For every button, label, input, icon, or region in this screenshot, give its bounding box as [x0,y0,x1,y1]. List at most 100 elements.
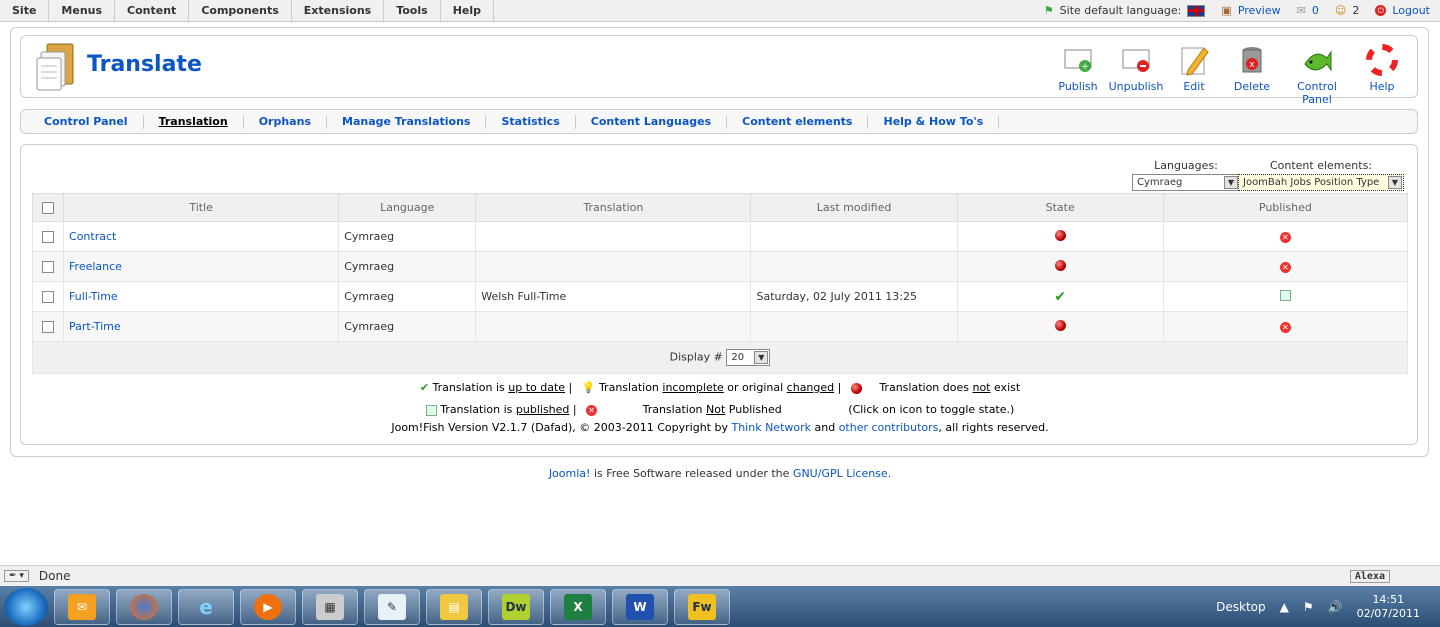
chevron-down-icon: ▼ [754,351,769,364]
row-checkbox[interactable] [42,321,54,333]
translations-table: Title Language Translation Last modified… [31,193,1409,374]
state-cell [956,221,1164,252]
notepad-taskbar-button[interactable]: ✎ [364,588,420,625]
status-dropdown[interactable]: ✒ ▾ [4,570,29,582]
menu-extensions[interactable]: Extensions [292,0,385,22]
tab-content-languages[interactable]: Content Languages [576,114,728,129]
flag-icon[interactable]: ⚑ [1303,600,1314,614]
header-translation: Translation [475,193,752,222]
legend-text: Translation [598,381,663,394]
lightbulb-icon: 💡 [581,381,596,394]
uk-flag-icon [1187,4,1206,17]
think-network-link[interactable]: Think Network [731,421,811,434]
checkmark-icon: ✔ [419,381,430,394]
menu-components[interactable]: Components [189,0,292,22]
word-taskbar-button[interactable]: W [612,588,668,625]
checkmark-icon[interactable]: ✔ [1054,289,1066,305]
tab-orphans[interactable]: Orphans [244,114,327,129]
legend-text: Translation [642,403,707,416]
outlook-taskbar-button[interactable]: ✉ [54,588,110,625]
unpublished-icon[interactable]: ✕ [1279,262,1291,273]
select-all-checkbox[interactable] [42,202,54,214]
title-link[interactable]: Freelance [69,260,122,273]
menu-tools[interactable]: Tools [384,0,441,22]
word-icon: W [626,593,654,620]
tab-translation[interactable]: Translation [144,114,244,129]
row-checkbox[interactable] [42,231,54,243]
header-title[interactable]: Title [63,193,340,222]
translation-cell: Welsh Full-Time [475,281,752,312]
menu-help[interactable]: Help [441,0,494,22]
not-exist-icon[interactable] [1054,229,1066,241]
tab-help-howtos[interactable]: Help & How To's [868,114,1000,129]
explorer-taskbar-button[interactable]: ▤ [426,588,482,625]
clock[interactable]: 14:51 02/07/2011 [1357,593,1420,621]
published-icon [425,404,437,416]
title-link[interactable]: Full-Time [69,290,118,303]
menu-content[interactable]: Content [115,0,190,22]
menu-site[interactable]: Site [0,0,50,22]
control-panel-button[interactable]: Control Panel [1281,44,1353,106]
row-checkbox[interactable] [42,261,54,273]
fireworks-taskbar-button[interactable]: Fw [674,588,730,625]
messages-count[interactable]: 0 [1312,4,1319,17]
modified-cell [750,311,958,342]
translate-icon [33,42,79,92]
published-cell: ✕ [1162,221,1409,252]
version-text: Joom!Fish Version V2.1.7 (Dafad), © 2003… [391,421,732,434]
title-link[interactable]: Part-Time [69,320,121,333]
other-contributors-link[interactable]: other contributors [839,421,939,434]
unpublished-icon[interactable]: ✕ [1279,322,1291,333]
row-checkbox[interactable] [42,291,54,303]
ie-taskbar-button[interactable]: e [178,588,234,625]
edit-button[interactable]: Edit [1165,44,1223,106]
content-elements-select[interactable]: JoomBah Jobs Position Type ▼ [1238,174,1404,191]
calculator-taskbar-button[interactable]: ▦ [302,588,358,625]
gpl-license-link[interactable]: GNU/GPL License [793,467,888,480]
menu-menus[interactable]: Menus [49,0,116,22]
tab-control-panel[interactable]: Control Panel [29,114,144,129]
dreamweaver-icon: Dw [502,593,530,620]
legend-text: or original [723,381,787,394]
alexa-toolbar-button[interactable]: Alexa [1349,569,1390,583]
volume-icon[interactable]: 🔊 [1328,600,1343,614]
version-text: and [811,421,839,434]
table-row: Full-Time Cymraeg Welsh Full-Time Saturd… [31,281,1409,312]
tab-statistics[interactable]: Statistics [486,114,576,129]
not-exist-icon[interactable] [1054,319,1066,331]
notepad-icon: ✎ [378,593,406,620]
preview-link[interactable]: Preview [1238,4,1281,17]
state-cell [956,251,1164,282]
published-icon[interactable] [1279,289,1291,301]
tab-content-elements[interactable]: Content elements [727,114,869,129]
legend-text: Published [725,403,782,416]
version-line: Joom!Fish Version V2.1.7 (Dafad), © 2003… [21,421,1419,434]
firefox-taskbar-button[interactable] [116,588,172,625]
publish-button[interactable]: + Publish [1049,44,1107,106]
fish-control-panel-icon [1301,44,1333,76]
start-button[interactable] [4,587,48,626]
media-player-taskbar-button[interactable]: ▶ [240,588,296,625]
display-limit-select[interactable]: 20 ▼ [726,349,771,366]
help-button[interactable]: Help [1353,44,1411,106]
content-elements-filter: Content elements: JoomBah Jobs Position … [1238,159,1404,191]
tray-expand-icon[interactable]: ▲ [1280,600,1289,614]
title-link[interactable]: Contract [69,230,116,243]
legend-line-1: ✔ Translation is up to date | 💡 Translat… [419,381,1021,394]
excel-taskbar-button[interactable]: X [550,588,606,625]
languages-select[interactable]: Cymraeg ▼ [1132,174,1240,191]
unpublished-icon[interactable]: ✕ [1279,232,1291,243]
legend-text: up to date [508,381,566,394]
unpublish-button[interactable]: Unpublish [1107,44,1165,106]
tab-manage-translations[interactable]: Manage Translations [327,114,487,129]
dreamweaver-taskbar-button[interactable]: Dw [488,588,544,625]
toolbar-buttons: + Publish Unpublish Edit x Delete Contro… [1049,44,1411,106]
joomla-link[interactable]: Joomla! [549,467,591,480]
desktop-toolbar[interactable]: Desktop [1216,600,1266,614]
users-icon: ☺ [1334,4,1347,17]
not-exist-icon[interactable] [1054,259,1066,271]
delete-button[interactable]: x Delete [1223,44,1281,106]
legend-text: not [972,381,991,394]
media-player-icon: ▶ [254,593,282,620]
logout-link[interactable]: Logout [1392,4,1430,17]
